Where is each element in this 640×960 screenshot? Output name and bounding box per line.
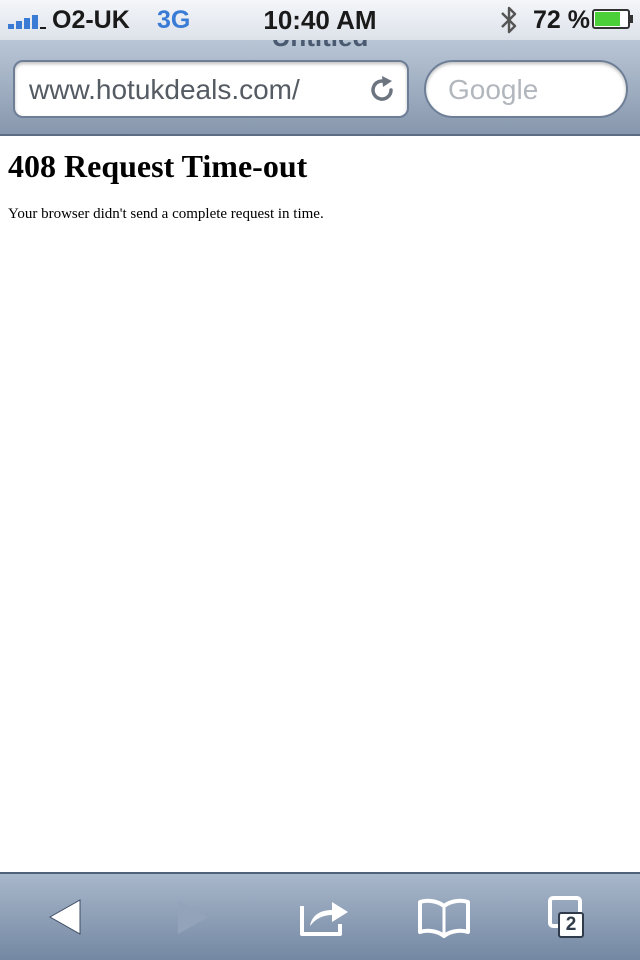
page-title: Untitled <box>0 40 640 52</box>
bookmarks-book-icon <box>418 898 470 938</box>
search-input[interactable] <box>448 70 618 110</box>
safari-screen: O2-UK 3G 10:40 AM 72 % Untitled www.hotu… <box>0 0 640 960</box>
address-bar: Untitled www.hotukdeals.com/ <box>0 40 640 136</box>
share-button[interactable] <box>296 892 356 942</box>
status-bar: O2-UK 3G 10:40 AM 72 % <box>0 0 640 40</box>
bluetooth-icon <box>501 6 517 34</box>
reload-icon[interactable] <box>367 75 397 105</box>
share-icon <box>300 902 348 936</box>
battery-icon <box>592 9 633 29</box>
battery-percent: 72 % <box>533 6 590 34</box>
error-message: Your browser didn't send a complete requ… <box>8 206 324 222</box>
error-heading: 408 Request Time-out <box>8 148 308 184</box>
back-button[interactable] <box>40 892 100 942</box>
back-arrow-icon <box>48 899 81 935</box>
forward-button[interactable] <box>164 892 224 942</box>
bottom-toolbar: 2 <box>0 872 640 960</box>
forward-arrow-icon <box>178 900 208 934</box>
search-field[interactable] <box>424 60 628 118</box>
url-text: www.hotukdeals.com/ <box>29 74 300 105</box>
tabs-count-badge: 2 <box>558 912 584 938</box>
tabs-button[interactable]: 2 <box>540 892 600 942</box>
page-content: 408 Request Time-out Your browser didn't… <box>0 136 640 872</box>
url-field[interactable]: www.hotukdeals.com/ <box>13 60 409 118</box>
bookmarks-button[interactable] <box>414 892 474 942</box>
